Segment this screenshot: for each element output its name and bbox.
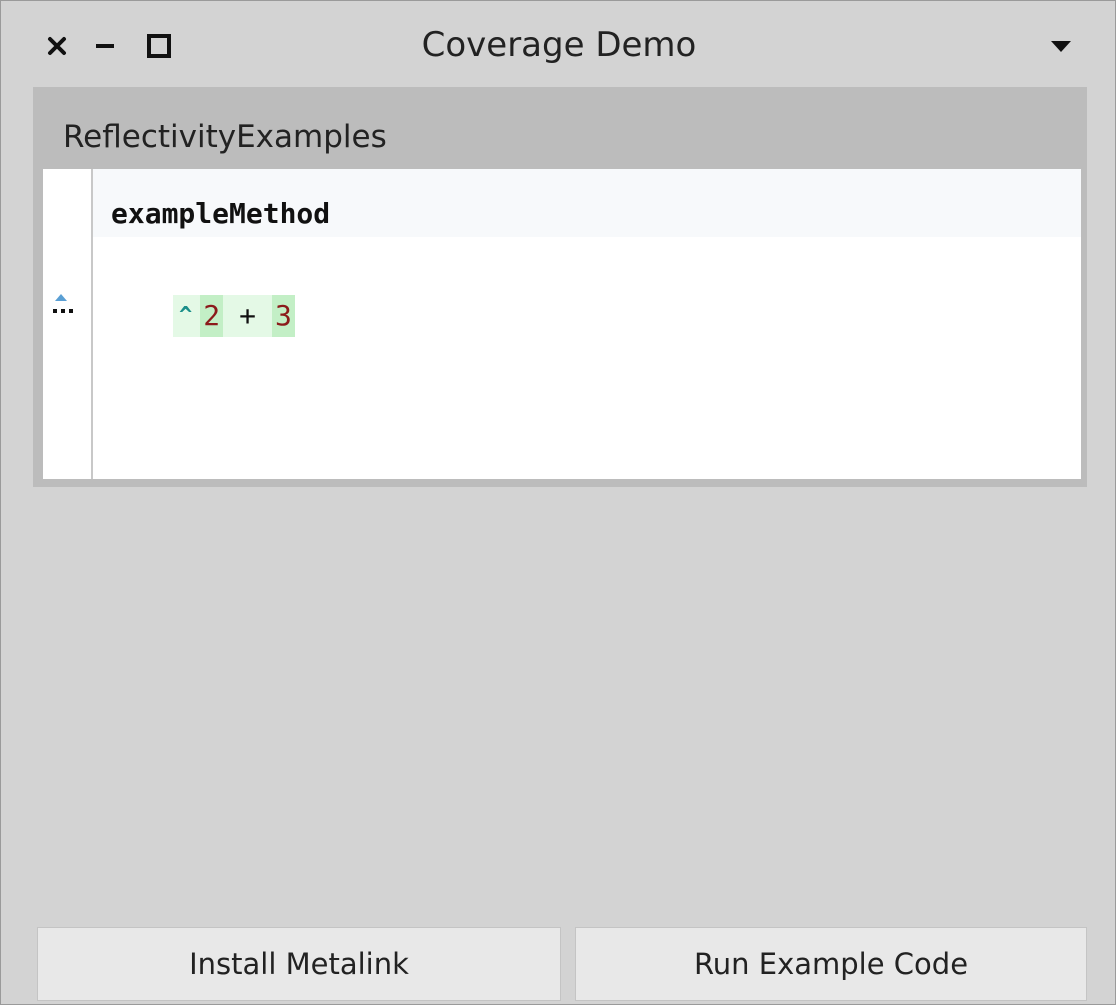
code-line[interactable]: ^ 2 + 3	[173, 295, 295, 337]
method-header: exampleMethod	[93, 169, 1081, 237]
code-editor[interactable]: exampleMethod ^ 2 + 3	[43, 169, 1081, 479]
plus-operator-token: +	[237, 295, 258, 337]
return-caret-token: ^	[173, 295, 201, 337]
install-metalink-button[interactable]: Install Metalink	[37, 927, 561, 1001]
right-operand-token: 3	[271, 295, 295, 337]
window-title: Coverage Demo	[421, 25, 697, 65]
method-name: exampleMethod	[111, 197, 331, 230]
metalink-marker-icon[interactable]	[49, 289, 75, 319]
chevron-down-icon	[1051, 41, 1071, 52]
code-space	[223, 295, 238, 337]
class-name-label: ReflectivityExamples	[63, 119, 387, 155]
run-example-code-button[interactable]: Run Example Code	[575, 927, 1087, 1001]
left-operand-token: 2	[200, 295, 224, 337]
editor-gutter	[43, 169, 93, 479]
code-space	[257, 295, 272, 337]
method-panel: ReflectivityExamples exampleMethod ^ 2 +	[33, 87, 1087, 487]
title-bar[interactable]: Coverage Demo	[1, 1, 1115, 89]
coverage-demo-window: Coverage Demo ReflectivityExamples examp…	[0, 0, 1116, 1005]
window-menu-button[interactable]	[1041, 23, 1081, 69]
